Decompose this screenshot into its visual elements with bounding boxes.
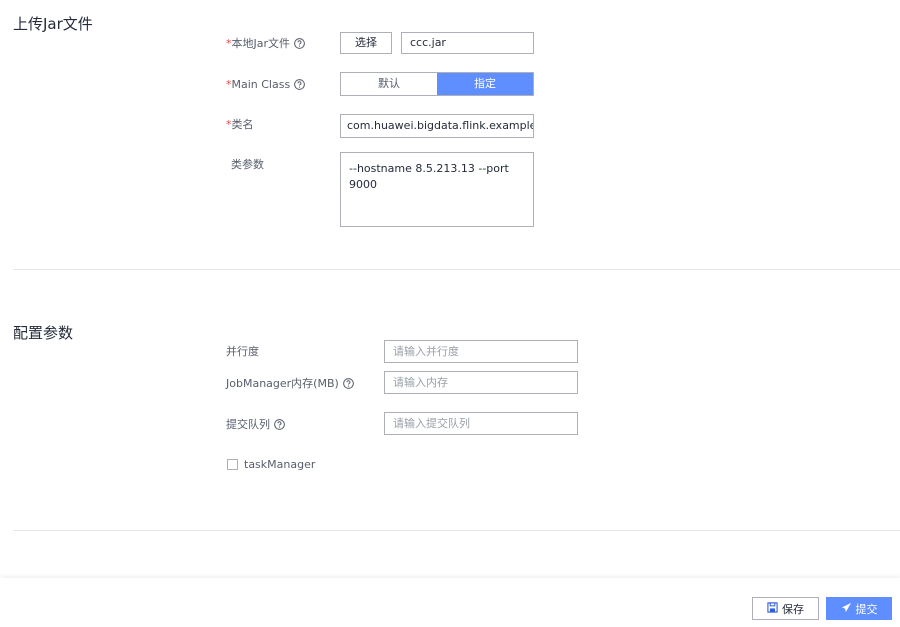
main-class-label: Main Class	[231, 78, 291, 91]
config-section-title: 配置参数	[13, 324, 74, 342]
submit-queue-label: 提交队列	[226, 418, 270, 431]
help-icon[interactable]	[294, 79, 306, 95]
save-label: 保存	[782, 602, 804, 616]
help-icon[interactable]	[294, 38, 305, 54]
class-params-label: 类参数	[231, 158, 264, 171]
main-class-option-specified[interactable]: 指定	[437, 73, 533, 95]
select-file-button[interactable]: 选择	[340, 32, 392, 54]
section-divider	[13, 269, 900, 270]
jobmanager-memory-label: JobManager内存(MB)	[226, 377, 339, 390]
local-jar-label-group: *本地Jar文件	[226, 36, 305, 54]
jobmanager-memory-label-group: JobManager内存(MB)	[226, 376, 354, 394]
class-name-input[interactable]: com.huawei.bigdata.flink.examples.Sc	[340, 114, 534, 138]
save-icon	[767, 601, 778, 616]
help-icon[interactable]	[274, 419, 285, 435]
upload-section-title: 上传Jar文件	[13, 15, 93, 33]
class-name-label-group: *类名	[226, 117, 254, 133]
submit-label: 提交	[855, 602, 878, 616]
main-class-option-default[interactable]: 默认	[341, 73, 437, 95]
send-icon	[841, 602, 852, 616]
jobmanager-memory-input[interactable]	[384, 371, 578, 394]
submit-button[interactable]: 提交	[826, 597, 892, 620]
task-manager-checkbox[interactable]	[227, 459, 238, 470]
main-class-toggle: 默认 指定	[340, 72, 534, 96]
task-manager-label: taskManager	[244, 458, 316, 471]
class-params-textarea[interactable]: --hostname 8.5.213.13 --port 9000	[340, 152, 534, 227]
section-divider	[13, 530, 900, 531]
flink-job-form: 上传Jar文件 *本地Jar文件 选择 ccc.jar *Main Class …	[0, 0, 900, 627]
parallelism-input[interactable]	[384, 340, 578, 363]
main-class-label-group: *Main Class	[226, 77, 306, 95]
jar-file-name-field[interactable]: ccc.jar	[401, 32, 534, 54]
parallelism-label: 并行度	[226, 345, 259, 358]
save-button[interactable]: 保存	[752, 597, 819, 620]
submit-queue-input[interactable]	[384, 412, 578, 435]
class-name-label: 类名	[231, 118, 254, 131]
submit-queue-label-group: 提交队列	[226, 417, 285, 435]
local-jar-label: 本地Jar文件	[231, 37, 291, 50]
help-icon[interactable]	[342, 378, 354, 394]
